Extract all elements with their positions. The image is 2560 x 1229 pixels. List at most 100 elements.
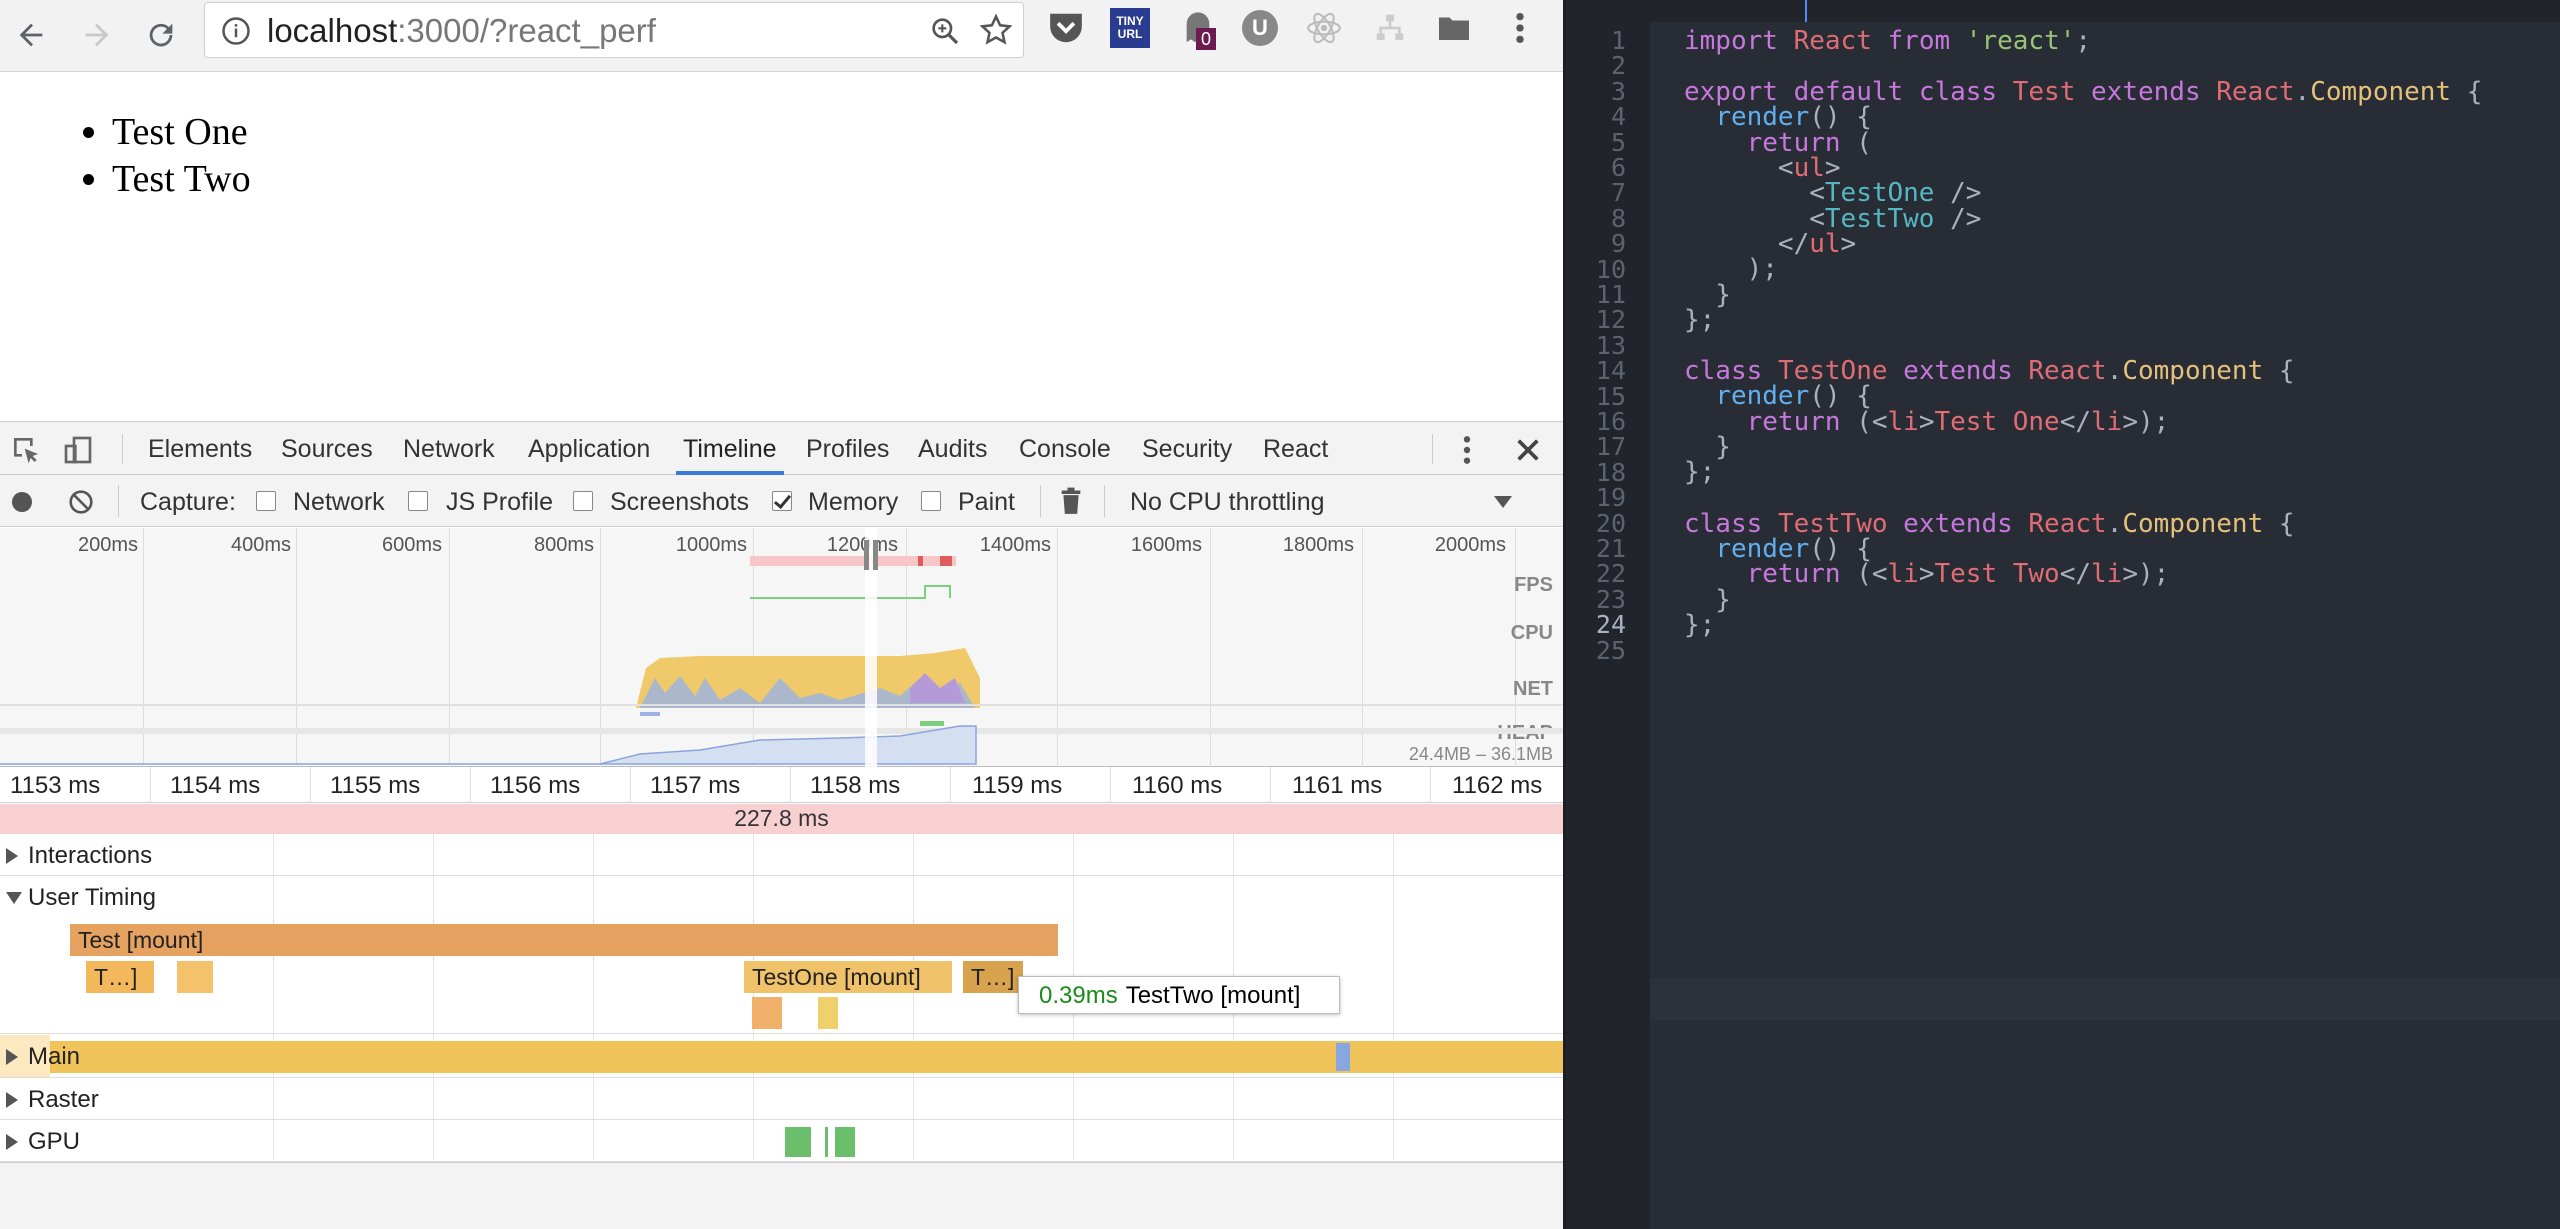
ruler-tick: 1156 ms <box>490 772 581 799</box>
tree-extension[interactable] <box>1370 8 1410 48</box>
close-icon[interactable] <box>1512 434 1544 466</box>
tab-audits[interactable]: Audits <box>918 435 987 464</box>
browser-menu-button[interactable] <box>1500 8 1540 48</box>
tab-timeline[interactable]: Timeline <box>683 435 777 464</box>
react-devtools-extension[interactable] <box>1304 8 1344 48</box>
page-viewport: Test One Test Two <box>0 73 1563 421</box>
frame-duration-bar[interactable]: 227.8 ms <box>0 804 1563 834</box>
tab-security[interactable]: Security <box>1142 435 1232 464</box>
capture-screenshots-label[interactable]: Screenshots <box>610 488 749 517</box>
testone-mount-bar[interactable]: TestOne [mount] <box>744 961 952 993</box>
timing-bar[interactable] <box>752 997 782 1029</box>
forward-button[interactable] <box>70 8 124 62</box>
capture-paint-label[interactable]: Paint <box>958 488 1015 517</box>
toolbar-separator <box>1040 485 1041 517</box>
tab-elements[interactable]: Elements <box>148 435 252 464</box>
address-bar[interactable]: localhost:3000/?react_perf <box>204 2 1024 58</box>
bookmark-star-icon[interactable] <box>979 13 1013 47</box>
back-button[interactable] <box>4 8 58 62</box>
clear-icon[interactable] <box>68 489 94 515</box>
tab-react[interactable]: React <box>1263 435 1328 464</box>
track-user-timing[interactable]: User Timing <box>0 876 1563 918</box>
dropdown-arrow-icon[interactable] <box>1494 496 1512 508</box>
code-line: }; <box>1684 610 1716 640</box>
capture-js-profile-label[interactable]: JS Profile <box>446 488 553 517</box>
track-raster-label: Raster <box>28 1086 99 1113</box>
main-thread-task[interactable] <box>1336 1043 1350 1071</box>
track-main[interactable]: Main <box>0 1035 80 1077</box>
devtools-tab-bar: Elements Sources Network Application Tim… <box>0 421 1563 475</box>
overview-graphs <box>0 528 1563 767</box>
u-badge-icon: U <box>1242 10 1278 46</box>
ruler-tick: 1162 ms <box>1452 772 1543 799</box>
main-thread-bar[interactable] <box>50 1041 1563 1073</box>
browser-window: localhost:3000/?react_perf TINY URL 0 U <box>0 0 1563 1229</box>
folder-extension[interactable] <box>1434 8 1474 48</box>
ruler-tick: 1161 ms <box>1292 772 1383 799</box>
checkbox-network[interactable] <box>256 491 276 511</box>
reload-button[interactable] <box>134 8 188 62</box>
keyword: class <box>1918 77 1998 107</box>
capture-memory-label[interactable]: Memory <box>808 488 898 517</box>
expand-triangle-icon[interactable] <box>6 1049 18 1065</box>
ublock-extension[interactable]: U <box>1240 8 1280 48</box>
tab-sources[interactable]: Sources <box>281 435 373 464</box>
code-line: }; <box>1684 457 1716 487</box>
ruler-tick: 1159 ms <box>972 772 1063 799</box>
device-toolbar-icon[interactable] <box>62 434 94 466</box>
zoom-icon[interactable] <box>929 15 961 47</box>
tab-application[interactable]: Application <box>528 435 650 464</box>
record-icon[interactable] <box>10 490 34 514</box>
expand-triangle-icon[interactable] <box>6 848 18 864</box>
gpu-task[interactable] <box>785 1127 811 1157</box>
tab-console[interactable]: Console <box>1019 435 1111 464</box>
capture-network-label[interactable]: Network <box>293 488 385 517</box>
timeline-toolbar: Capture: Network JS Profile Screenshots … <box>0 475 1563 527</box>
identifier: React <box>2216 77 2295 107</box>
devtools-menu-icon[interactable] <box>1455 434 1479 466</box>
track-user-timing-label: User Timing <box>28 884 157 911</box>
ruler-tick: 1160 ms <box>1132 772 1223 799</box>
jsx-text: Test One <box>1934 407 2060 437</box>
gpu-task[interactable] <box>825 1127 828 1157</box>
track-raster[interactable]: Raster <box>0 1078 1563 1120</box>
expand-triangle-icon[interactable] <box>6 1092 18 1108</box>
time-ruler: 1153 ms 1154 ms 1155 ms 1156 ms 1157 ms … <box>0 767 1563 803</box>
track-gpu[interactable]: GPU <box>0 1120 1563 1162</box>
expand-triangle-icon[interactable] <box>6 1134 18 1150</box>
trash-icon[interactable] <box>1058 487 1084 515</box>
tab-network[interactable]: Network <box>403 435 495 464</box>
ruler-gridline <box>790 767 791 803</box>
ghostery-extension[interactable]: 0 <box>1178 8 1218 50</box>
testtwo-mount-bar[interactable]: T…] <box>963 961 1023 993</box>
tab-separator <box>1432 434 1433 464</box>
keyword: extends <box>2091 77 2201 107</box>
tinyurl-extension[interactable]: TINY URL <box>1110 8 1150 48</box>
tooltip-name: TestTwo [mount] <box>1125 982 1301 1009</box>
test-mount-bar[interactable]: Test [mount] <box>70 924 1058 956</box>
timing-bar[interactable] <box>818 997 838 1029</box>
identifier: React <box>1793 26 1872 56</box>
keyword: extends <box>1903 356 2013 386</box>
gpu-task[interactable] <box>835 1127 855 1157</box>
timeline-overview[interactable]: 200ms 400ms 600ms 800ms 1000ms 1200ms 14… <box>0 528 1563 767</box>
url-host: localhost <box>267 12 398 49</box>
more-vertical-icon <box>1516 12 1524 44</box>
checkbox-js-profile[interactable] <box>408 491 428 511</box>
timing-bar[interactable] <box>177 961 213 993</box>
checkbox-screenshots[interactable] <box>573 491 593 511</box>
folder-icon <box>1439 17 1469 40</box>
track-interactions[interactable]: Interactions <box>0 834 1563 876</box>
checkbox-paint[interactable] <box>921 491 941 511</box>
track-gpu-label: GPU <box>28 1128 81 1155</box>
collapse-triangle-icon[interactable] <box>6 892 22 904</box>
checkbox-memory[interactable] <box>772 491 792 511</box>
tab-profiles[interactable]: Profiles <box>806 435 889 464</box>
arrow-right-icon <box>85 23 109 47</box>
code-editor: 1 2 3 4 5 6 7 8 9 10 11 12 13 14 15 16 17 18 19 20 21 22 23 24 2… <box>1563 0 2560 1229</box>
code-line: }; <box>1684 305 1716 335</box>
pocket-extension[interactable] <box>1046 8 1086 48</box>
cpu-throttling-select[interactable]: No CPU throttling <box>1130 488 1325 517</box>
timing-bar[interactable]: T…] <box>86 961 154 993</box>
inspect-element-icon[interactable] <box>10 434 42 466</box>
